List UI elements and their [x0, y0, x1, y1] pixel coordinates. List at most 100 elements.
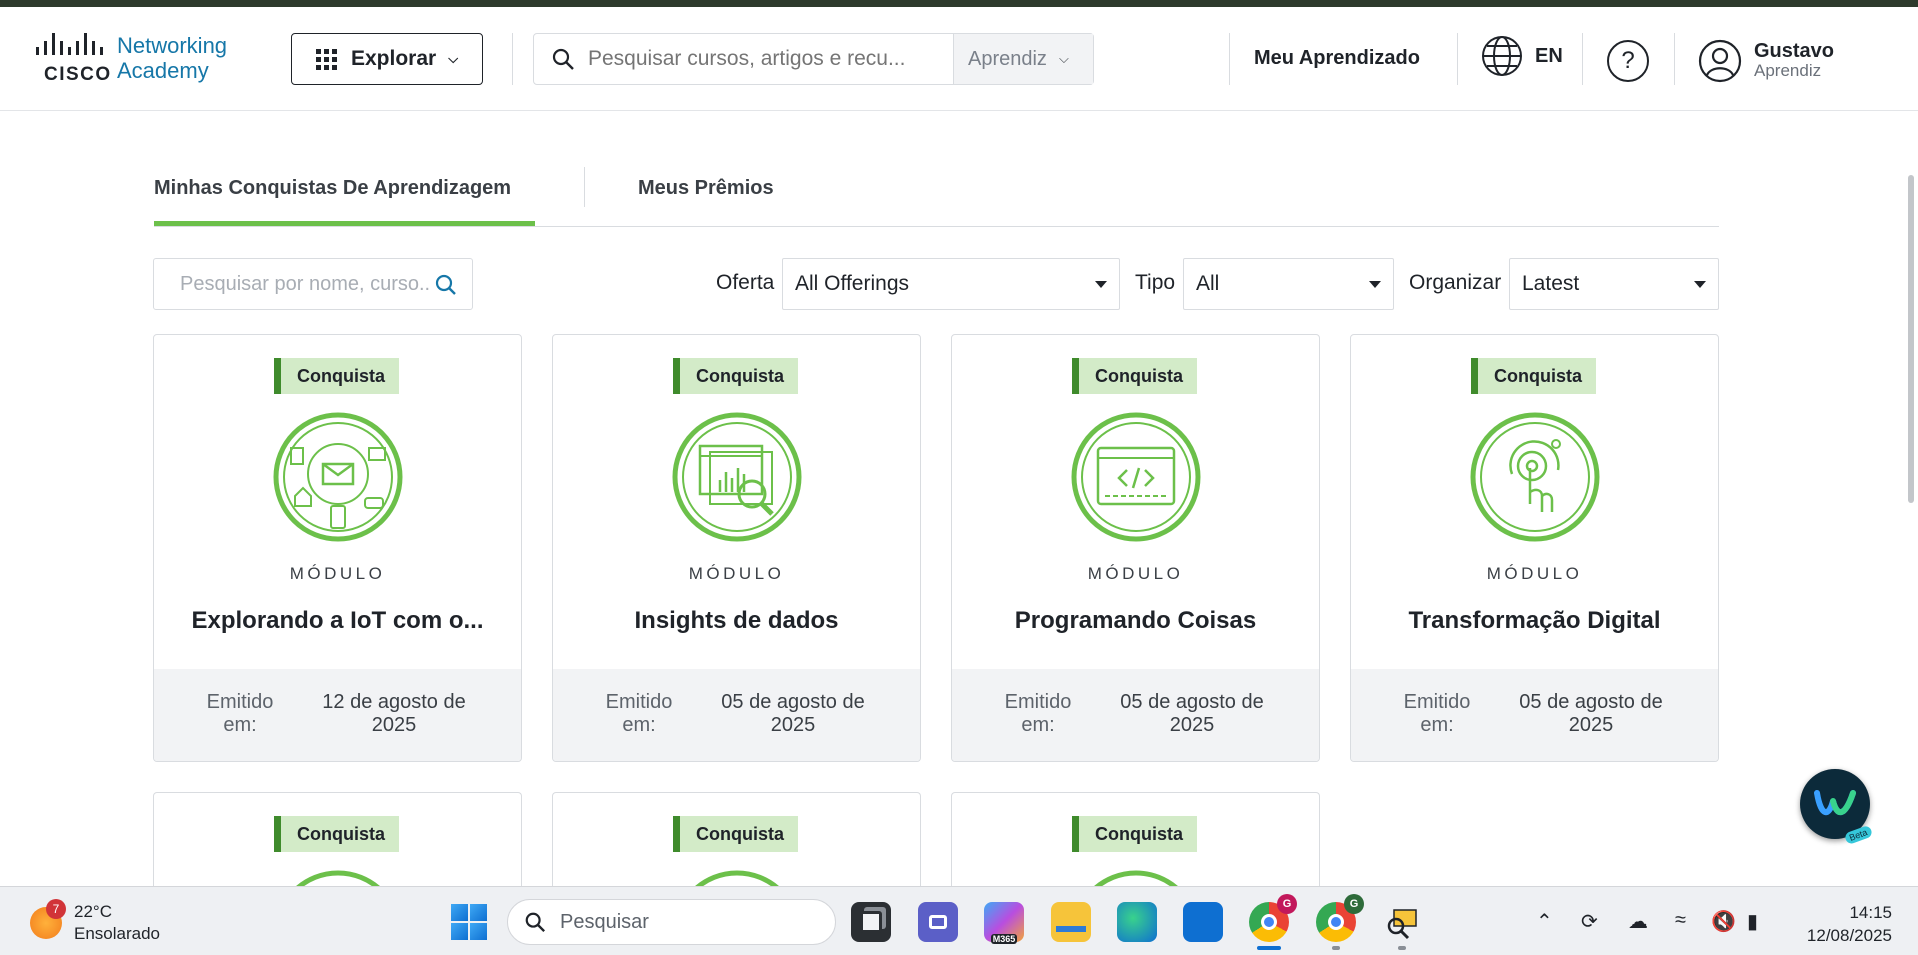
achievement-card[interactable]: Conquista MÓDULO Insights de dados Emiti…	[552, 334, 921, 762]
help-icon: ?	[1621, 47, 1635, 74]
windows-taskbar: 7 22°C Ensolarado Pesquisar M365 G G ⌃ ⟳…	[0, 886, 1918, 955]
windows-start-button[interactable]	[451, 904, 487, 940]
divider	[1674, 33, 1675, 85]
chrome-profile-g-icon[interactable]: G	[1249, 894, 1297, 942]
cisco-bars-icon	[36, 33, 103, 55]
achievement-card[interactable]: Conquista	[552, 792, 921, 886]
achievement-badge: Conquista	[673, 816, 798, 852]
help-button[interactable]: ?	[1607, 40, 1649, 82]
achievement-medal-icon	[296, 870, 380, 886]
sort-value: Latest	[1522, 272, 1580, 295]
explore-button[interactable]: Explorar ⌵	[291, 33, 483, 85]
grid-icon	[316, 48, 337, 70]
taskbar-search[interactable]: Pesquisar	[507, 899, 836, 945]
issued-date: 05 de agosto de 2025	[1120, 691, 1264, 736]
m365-copilot-icon[interactable]: M365	[984, 902, 1024, 944]
achievement-medal-icon	[1094, 870, 1178, 886]
card-title: Insights de dados	[634, 607, 839, 634]
wifi-icon[interactable]: ≈	[1675, 909, 1686, 932]
achievement-card[interactable]: Conquista MÓDULO Explorando a IoT com o.…	[153, 334, 522, 762]
teams-icon[interactable]	[918, 902, 958, 942]
cisco-wordmark: CISCO	[44, 64, 112, 85]
cisco-networking-academy-logo[interactable]: CISCO Networking Academy	[36, 33, 228, 85]
networking-academy-wordmark: Networking Academy	[117, 33, 228, 83]
achievement-search-input[interactable]	[180, 272, 430, 296]
user-menu[interactable]: Gustavo Aprendiz	[1698, 39, 1834, 83]
achievement-badge: Conquista	[1072, 816, 1197, 852]
snipping-icon[interactable]	[1382, 902, 1422, 942]
data-insights-icon	[672, 412, 802, 542]
show-hidden-icons-chevron-icon[interactable]: ⌃	[1536, 909, 1553, 934]
type-select[interactable]: All	[1183, 258, 1394, 310]
dropdown-arrow-icon	[1369, 281, 1381, 288]
global-search: Aprendiz ⌵	[533, 33, 1094, 85]
edge-icon[interactable]	[1117, 902, 1157, 942]
achievement-badge: Conquista	[1471, 358, 1596, 394]
sort-select[interactable]: Latest	[1509, 258, 1719, 310]
sun-icon: 7	[30, 899, 66, 939]
search-input[interactable]	[588, 47, 948, 71]
weather-description: Ensolarado	[74, 924, 161, 943]
achievements-tabs: Minhas Conquistas De Aprendizagem Meus P…	[154, 165, 1719, 227]
tab-my-awards[interactable]: Meus Prêmios	[638, 177, 774, 200]
sync-icon[interactable]: ⟳	[1581, 909, 1598, 934]
chrome-profile-g2-icon[interactable]: G	[1316, 894, 1364, 942]
globe-icon	[1482, 36, 1522, 76]
search-scope-select[interactable]: Aprendiz ⌵	[953, 34, 1093, 84]
achievement-card[interactable]: Conquista	[951, 792, 1320, 886]
webex-assistant-button[interactable]: Beta	[1800, 769, 1874, 846]
clock-date: 12/08/2025	[1806, 926, 1892, 945]
card-footer: Emitido em: 05 de agosto de 2025	[553, 669, 920, 761]
onedrive-offline-icon[interactable]: ☁	[1628, 909, 1648, 934]
my-learning-link[interactable]: Meu Aprendizado	[1254, 47, 1420, 70]
issued-label: Emitido em:	[1004, 691, 1072, 736]
achievement-badge: Conquista	[673, 358, 798, 394]
card-footer: Emitido em: 05 de agosto de 2025	[952, 669, 1319, 761]
achievement-card[interactable]: Conquista MÓDULO Programando Coisas Emit…	[951, 334, 1320, 762]
issued-date: 12 de agosto de 2025	[322, 691, 466, 736]
battery-charging-icon[interactable]: ▮	[1747, 909, 1758, 934]
language-selector[interactable]: EN	[1481, 35, 1563, 77]
beta-tag: Beta	[1844, 824, 1874, 846]
achievement-search	[153, 258, 473, 310]
search-icon[interactable]	[434, 273, 458, 297]
weather-widget[interactable]: 7 22°C Ensolarado	[30, 899, 161, 945]
profile-badge: G	[1344, 894, 1364, 914]
achievement-badge: Conquista	[274, 358, 399, 394]
card-footer: Emitido em: 12 de agosto de 2025	[154, 669, 521, 761]
folder-icon[interactable]	[1051, 902, 1091, 942]
card-kind: MÓDULO	[1087, 564, 1184, 583]
user-role: Aprendiz	[1754, 61, 1822, 80]
profile-badge: G	[1277, 894, 1297, 914]
file-explorer-dark-icon[interactable]	[851, 902, 891, 942]
user-avatar-icon	[1698, 39, 1742, 83]
type-value: All	[1196, 272, 1220, 295]
dropdown-arrow-icon	[1694, 281, 1706, 288]
divider	[512, 33, 513, 85]
page-scrollbar[interactable]	[1908, 175, 1914, 503]
achievement-card[interactable]: Conquista	[153, 792, 522, 886]
tab-learning-achievements[interactable]: Minhas Conquistas De Aprendizagem	[154, 177, 511, 200]
site-header: CISCO Networking Academy Explorar ⌵ Apre…	[0, 7, 1918, 111]
iot-devices-icon	[273, 412, 403, 542]
card-kind: MÓDULO	[688, 564, 785, 583]
m365-label: M365	[990, 934, 1018, 944]
offer-value: All Offerings	[795, 272, 909, 295]
system-clock[interactable]: 14:15 12/08/2025	[1780, 901, 1892, 947]
achievement-badge: Conquista	[1072, 358, 1197, 394]
webex-icon	[1814, 790, 1856, 815]
offer-select[interactable]: All Offerings	[782, 258, 1120, 310]
notification-count-badge: 7	[46, 899, 66, 919]
explore-label: Explorar	[351, 47, 437, 70]
card-kind: MÓDULO	[289, 564, 386, 583]
search-scope-value: Aprendiz	[968, 47, 1047, 70]
issued-label: Emitido em:	[206, 691, 274, 736]
chevron-down-icon: ⌵	[1058, 51, 1069, 66]
card-title: Transformação Digital	[1408, 607, 1661, 634]
search-icon	[525, 912, 546, 933]
store-icon[interactable]	[1183, 902, 1223, 942]
volume-muted-icon[interactable]: 🔇	[1711, 909, 1736, 934]
achievement-card[interactable]: Conquista MÓDULO Transformação Digital E…	[1350, 334, 1719, 762]
achievement-badge: Conquista	[274, 816, 399, 852]
clock-time: 14:15	[1849, 903, 1892, 922]
